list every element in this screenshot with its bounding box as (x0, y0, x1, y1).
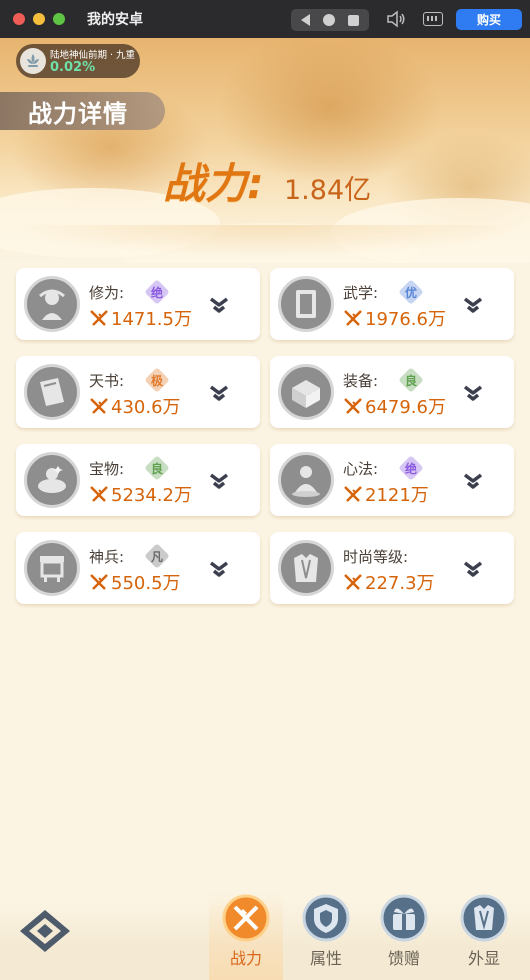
nav-tab-label: 外显 (467, 949, 500, 968)
power-swords-icon (344, 310, 362, 326)
window-titlebar: 我的安卓 购买 (0, 0, 530, 38)
power-card-label: 时尚等级: (343, 548, 409, 566)
nav-tab[interactable]: 属性 (289, 890, 363, 980)
power-card[interactable]: 装备: 良 6479.6万 (270, 356, 514, 428)
power-swords-icon (90, 398, 108, 414)
expand-chevron-icon[interactable] (462, 295, 484, 315)
grade-badge: 优 (400, 281, 422, 303)
android-nav-controls (291, 9, 369, 31)
volume-icon[interactable] (386, 10, 406, 28)
power-card[interactable]: 宝物: 良 5234.2万 (16, 444, 260, 516)
maximize-window-button[interactable] (53, 13, 65, 25)
power-card[interactable]: 时尚等级: 227.3万 (270, 532, 514, 604)
fashion-icon (278, 540, 334, 596)
grade-badge: 良 (400, 369, 422, 391)
nav-tab-label: 馈赠 (387, 949, 420, 968)
nav-tab-label: 属性 (309, 949, 342, 968)
close-window-button[interactable] (13, 13, 25, 25)
header-wave (0, 225, 530, 265)
cultivator-icon (24, 276, 80, 332)
realm-progress: 0.02% (50, 60, 96, 75)
power-card-label: 天书: (89, 372, 125, 390)
back-icon[interactable] (301, 14, 311, 26)
power-card[interactable]: 心法: 绝 2121万 (270, 444, 514, 516)
attribute-shield-icon (302, 894, 350, 942)
grade-badge: 极 (146, 369, 168, 391)
power-card-value: 5234.2万 (89, 481, 192, 507)
power-card-label: 修为: (89, 284, 125, 302)
divine-weapon-icon (24, 540, 80, 596)
realm-badge[interactable]: 陆地神仙前期 · 九重 0.02% (16, 44, 140, 78)
power-card-value: 227.3万 (343, 569, 435, 595)
power-card-value: 550.5万 (89, 569, 181, 595)
home-icon[interactable] (322, 14, 335, 26)
nav-tab[interactable]: 馈赠 (367, 890, 441, 980)
power-card[interactable]: 修为: 绝 1471.5万 (16, 268, 260, 340)
minimize-window-button[interactable] (33, 13, 45, 25)
grade-badge: 凡 (146, 545, 168, 567)
power-card[interactable]: 神兵: 凡 550.5万 (16, 532, 260, 604)
recent-apps-icon[interactable] (347, 14, 359, 26)
buy-button[interactable]: 购买 (456, 9, 522, 30)
home-menu-icon[interactable] (18, 908, 72, 954)
expand-chevron-icon[interactable] (462, 559, 484, 579)
mind-method-icon (278, 452, 334, 508)
crossed-swords-icon (222, 894, 270, 942)
manual-book-icon (278, 276, 334, 332)
power-card-label: 武学: (343, 284, 379, 302)
expand-chevron-icon[interactable] (462, 471, 484, 491)
power-card[interactable]: 天书: 极 430.6万 (16, 356, 260, 428)
grade-badge: 绝 (400, 457, 422, 479)
power-swords-icon (344, 486, 362, 502)
expand-chevron-icon[interactable] (208, 383, 230, 403)
realm-name: 陆地神仙前期 · 九重 (50, 50, 136, 61)
power-card-value: 6479.6万 (343, 393, 446, 419)
power-card[interactable]: 武学: 优 1976.6万 (270, 268, 514, 340)
total-power-value: 1.84亿 (284, 175, 372, 206)
power-swords-icon (344, 398, 362, 414)
keyboard-icon[interactable] (423, 12, 443, 26)
power-swords-icon (90, 486, 108, 502)
expand-chevron-icon[interactable] (208, 471, 230, 491)
expand-chevron-icon[interactable] (208, 559, 230, 579)
nav-tab[interactable]: 战力 (209, 890, 283, 980)
treasure-icon (24, 452, 80, 508)
power-card-value: 430.6万 (89, 393, 181, 419)
nav-tab-label: 战力 (229, 949, 262, 968)
grade-badge: 良 (146, 457, 168, 479)
power-swords-icon (90, 574, 108, 590)
expand-chevron-icon[interactable] (208, 295, 230, 315)
power-swords-icon (90, 310, 108, 326)
heavenly-book-icon (24, 364, 80, 420)
nav-tab[interactable]: 外显 (447, 890, 521, 980)
power-card-label: 宝物: (89, 460, 125, 478)
power-card-label: 心法: (343, 460, 379, 478)
expand-chevron-icon[interactable] (462, 383, 484, 403)
window-controls (13, 13, 65, 25)
grade-badge: 绝 (146, 281, 168, 303)
power-card-value: 1471.5万 (89, 305, 192, 331)
power-card-label: 神兵: (89, 548, 125, 566)
power-swords-icon (344, 574, 362, 590)
power-card-label: 装备: (343, 372, 379, 390)
power-card-value: 1976.6万 (343, 305, 446, 331)
power-card-value: 2121万 (343, 481, 429, 507)
page-title: 战力详情 (0, 92, 165, 130)
total-power-label: 战力: (163, 159, 264, 208)
equipment-icon (278, 364, 334, 420)
realm-lotus-icon (20, 48, 46, 74)
gift-icon (380, 894, 428, 942)
window-title: 我的安卓 (87, 12, 143, 28)
appearance-icon (460, 894, 508, 942)
